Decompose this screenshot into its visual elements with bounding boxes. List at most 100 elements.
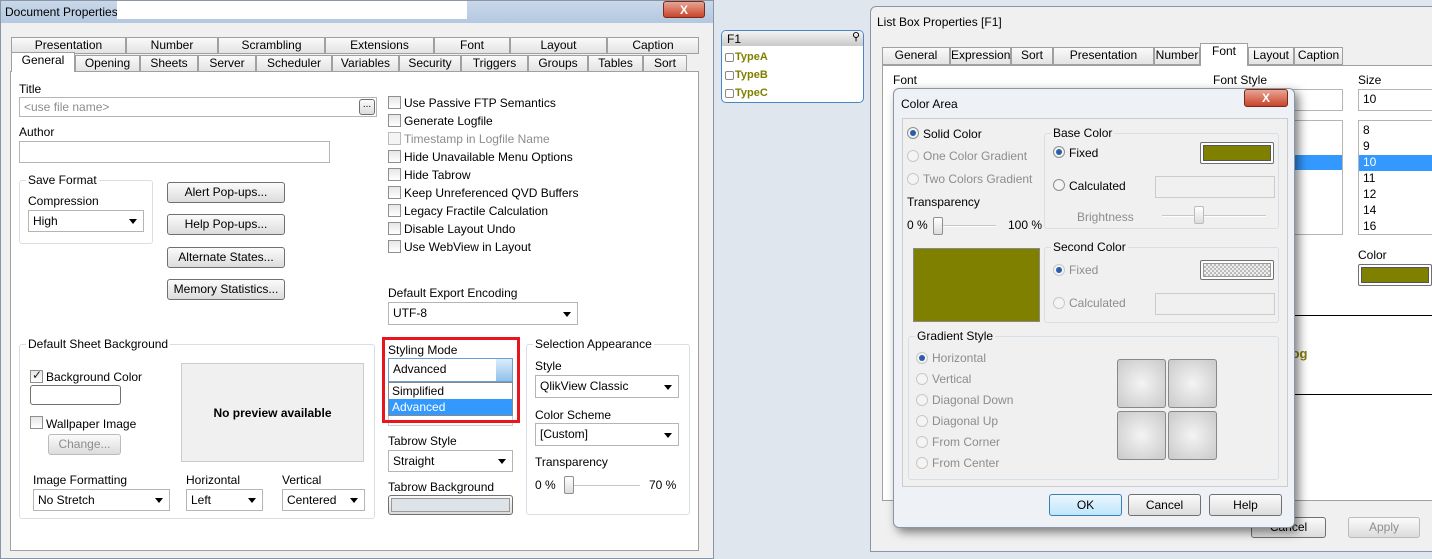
list-item[interactable]: TypeA (735, 51, 768, 63)
color-area-cancel-button[interactable]: Cancel (1128, 494, 1201, 516)
alert-popups-button[interactable]: Alert Pop-ups... (167, 182, 285, 203)
tab-sort[interactable]: Sort (643, 55, 687, 72)
lbp-tab-layout[interactable]: Layout (1248, 47, 1294, 65)
tab-opening[interactable]: Opening (75, 55, 140, 72)
gradient-option-radio[interactable] (916, 457, 928, 469)
alternate-states-button[interactable]: Alternate States... (167, 247, 285, 268)
help-popups-button[interactable]: Help Pop-ups... (167, 214, 285, 235)
list-item[interactable]: TypeB (735, 69, 768, 81)
list-item-checkbox[interactable] (725, 89, 734, 98)
transparency-track[interactable] (566, 485, 640, 487)
tab-variables[interactable]: Variables (332, 55, 399, 72)
memory-statistics-button[interactable]: Memory Statistics... (167, 279, 285, 300)
lbp-tab-number[interactable]: Number (1154, 47, 1200, 65)
size-option[interactable]: 9 (1359, 139, 1432, 155)
brightness-track[interactable] (1162, 215, 1266, 217)
style-select[interactable]: QlikView Classic (535, 375, 679, 398)
lbp-tab-sort[interactable]: Sort (1011, 47, 1053, 65)
lbp-tab-expressions[interactable]: Expressions (950, 47, 1016, 65)
checkbox-1[interactable] (388, 114, 401, 127)
title-input[interactable]: <use file name> (19, 97, 377, 117)
tab-sheets[interactable]: Sheets (140, 55, 198, 72)
color-area-close-button[interactable]: X (1244, 89, 1288, 107)
compression-select[interactable]: High (28, 210, 144, 232)
gradient-variant-4[interactable] (1168, 411, 1217, 460)
base-calculated-radio[interactable] (1053, 179, 1065, 191)
tab-scheduler[interactable]: Scheduler (256, 55, 332, 72)
size-option[interactable]: 16 (1359, 219, 1432, 235)
tab-server[interactable]: Server (198, 55, 256, 72)
gradient-option-radio[interactable] (916, 415, 928, 427)
export-encoding-select[interactable]: UTF-8 (388, 302, 578, 325)
gradient-option-radio[interactable] (916, 373, 928, 385)
tab-scrambling[interactable]: Scrambling (218, 37, 325, 54)
size-option[interactable]: 11 (1359, 171, 1432, 187)
tab-security[interactable]: Security (399, 55, 461, 72)
checkbox-6[interactable] (388, 204, 401, 217)
tab-font[interactable]: Font (434, 37, 510, 54)
ok-button[interactable]: OK (1049, 494, 1122, 516)
second-color-swatch[interactable] (1200, 260, 1274, 280)
tab-extensions[interactable]: Extensions (325, 37, 434, 54)
lbp-tab-general[interactable]: General (882, 47, 950, 65)
gradient-variant-1[interactable] (1117, 359, 1166, 408)
tab-tables[interactable]: Tables (588, 55, 643, 72)
listbox-f1[interactable]: F1 ⚲ TypeA TypeB TypeC (721, 30, 864, 103)
tab-layout[interactable]: Layout (510, 37, 607, 54)
close-button[interactable]: X (663, 1, 705, 18)
tab-general[interactable]: General (11, 52, 75, 72)
tab-groups[interactable]: Groups (528, 55, 588, 72)
color-scheme-select[interactable]: [Custom] (535, 423, 679, 446)
apply-button[interactable]: Apply (1348, 517, 1420, 538)
list-item[interactable]: TypeC (735, 87, 768, 99)
solid-color-radio[interactable] (907, 127, 919, 139)
checkbox-5[interactable] (388, 186, 401, 199)
transparency-slider[interactable] (564, 476, 574, 494)
horizontal-select[interactable]: Left (186, 489, 263, 511)
tabrow-style-select[interactable]: Straight (388, 450, 513, 472)
checkbox-3[interactable] (388, 150, 401, 163)
gradient-option-radio[interactable] (916, 394, 928, 406)
help-button[interactable]: Help (1209, 494, 1282, 516)
author-input[interactable] (19, 141, 330, 163)
change-button[interactable]: Change... (48, 434, 121, 455)
size-input[interactable]: 10 (1358, 89, 1432, 111)
gradient-option-radio[interactable] (916, 352, 928, 364)
tabrow-background-swatch[interactable] (388, 495, 513, 515)
brightness-slider[interactable] (1194, 206, 1204, 224)
size-option[interactable]: 12 (1359, 187, 1432, 203)
list-item-checkbox[interactable] (725, 71, 734, 80)
image-formatting-select[interactable]: No Stretch (33, 489, 170, 511)
checkbox-0[interactable] (388, 96, 401, 109)
checkbox-7[interactable] (388, 222, 401, 235)
checkbox-2[interactable] (388, 132, 401, 145)
second-calculated-radio[interactable] (1053, 297, 1065, 309)
font-color-swatch[interactable] (1358, 264, 1432, 286)
search-icon[interactable]: ⚲ (852, 31, 860, 43)
size-option[interactable]: 14 (1359, 203, 1432, 219)
two-colors-gradient-radio[interactable] (907, 173, 919, 185)
size-option[interactable]: 8 (1359, 123, 1432, 139)
wallpaper-checkbox[interactable] (30, 416, 43, 429)
ca-transparency-slider[interactable] (933, 217, 943, 235)
gradient-variant-3[interactable] (1117, 411, 1166, 460)
lbp-tab-presentation[interactable]: Presentation (1053, 47, 1154, 65)
second-fixed-radio[interactable] (1053, 264, 1065, 276)
tab-triggers[interactable]: Triggers (461, 55, 528, 72)
second-calculated-input[interactable] (1155, 293, 1275, 315)
vertical-select[interactable]: Centered (282, 489, 365, 511)
base-color-swatch[interactable] (1200, 142, 1274, 164)
ca-transparency-track[interactable] (936, 225, 996, 227)
gradient-variant-2[interactable] (1168, 359, 1217, 408)
background-color-swatch[interactable] (30, 385, 121, 405)
checkbox-8[interactable] (388, 240, 401, 253)
one-color-gradient-radio[interactable] (907, 150, 919, 162)
lbp-tab-caption[interactable]: Caption (1294, 47, 1343, 65)
tab-number[interactable]: Number (126, 37, 218, 54)
tab-caption[interactable]: Caption (607, 37, 699, 54)
background-color-checkbox[interactable] (30, 368, 43, 383)
list-item-checkbox[interactable] (725, 53, 734, 62)
checkbox-4[interactable] (388, 168, 401, 181)
base-calculated-input[interactable] (1155, 176, 1275, 198)
size-option[interactable]: 10 (1359, 155, 1432, 171)
